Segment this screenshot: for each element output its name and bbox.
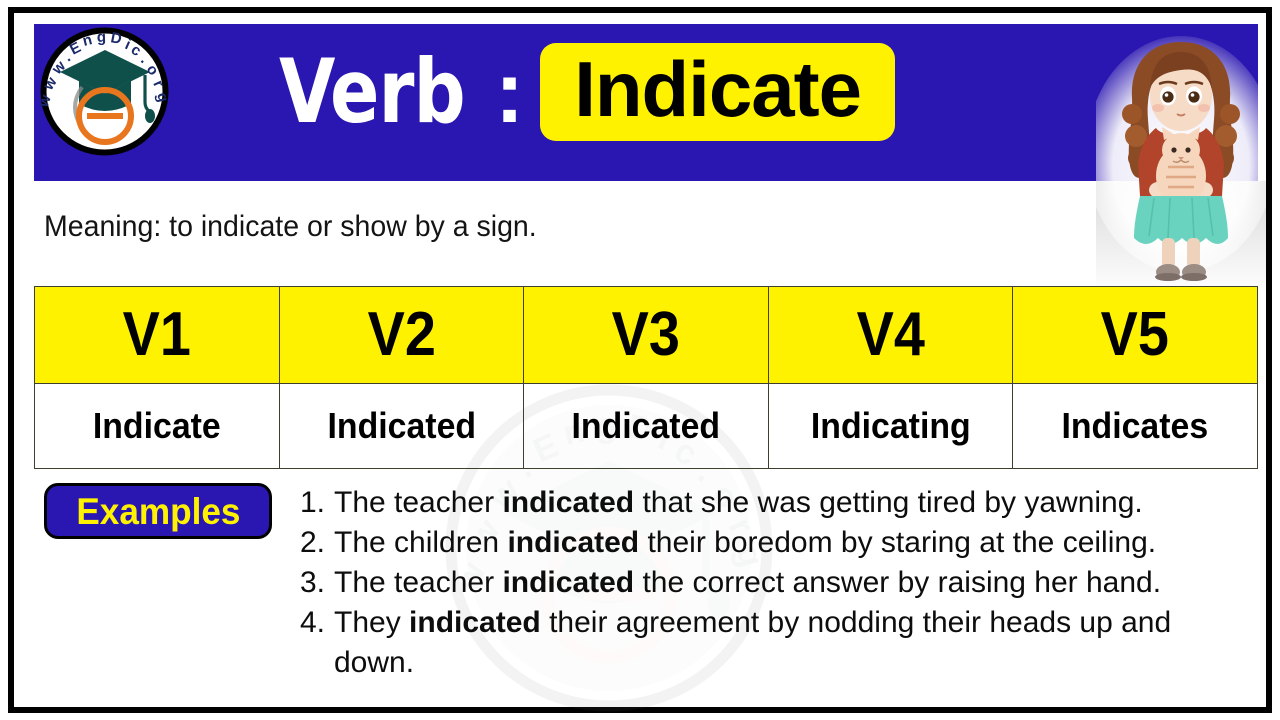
header-label-v1: V1 [122,300,191,369]
list-item: 2. The children indicated their boredom … [300,523,1260,563]
infographic-page: w w w . E n g D i c . o r g w w w . E n … [0,0,1280,720]
verb-form-cell-v4: Indicating [767,383,1014,469]
verb-form-cell-v5: Indicates [1012,383,1258,469]
table-header-cell-v5: V5 [1012,286,1258,384]
table-header-cell-v1: V1 [34,286,280,384]
table-row: Indicate Indicated Indicated Indicating … [34,383,1258,469]
svg-text:g: g [97,29,107,46]
example-number: 4. [300,605,326,639]
header-label-v3: V3 [611,300,681,369]
example-number: 2. [300,525,326,559]
header-label-v4: V4 [856,300,925,369]
list-item: 1. The teacher indicated that she was ge… [300,483,1260,523]
headword-chip: Indicate [540,43,895,141]
verb-form-v2: Indicated [327,405,476,446]
girl-holding-cat-illustration [1096,24,1266,294]
title-separator: : [494,42,525,141]
banner-title: Verb : Indicate [279,27,895,157]
table-header-cell-v3: V3 [523,286,769,384]
verb-form-v4: Indicating [810,405,971,446]
example-sentence: The teacher indicated the correct answer… [334,565,1162,599]
header-label-v2: V2 [367,300,436,369]
list-item: 3. The teacher indicated the correct ans… [300,563,1260,603]
example-number: 1. [300,486,326,519]
verb-forms-table: V1 V2 V3 V4 V5 Indicate Indicated Indica… [34,286,1258,469]
examples-badge-label: Examples [75,490,241,532]
headword: Indicate [574,45,862,134]
part-of-speech-label: Verb [279,40,466,143]
example-sentence: The children indicated their boredom by … [334,525,1157,559]
examples-list: 1. The teacher indicated that she was ge… [300,483,1260,682]
outer-frame: w w w . E n g D i c . o r g w w w . E n … [8,7,1272,713]
verb-form-v1: Indicate [92,405,221,446]
content-area: w w w . E n g D i c . o r g w w w . E n … [14,13,1266,712]
verb-form-v5: Indicates [1061,405,1209,446]
table-header-row: V1 V2 V3 V4 V5 [34,286,1258,384]
table-header-cell-v4: V4 [767,286,1014,384]
verb-form-cell-v3: Indicated [523,383,769,469]
verb-form-cell-v1: Indicate [34,383,280,469]
examples-badge: Examples [44,483,272,539]
verb-form-v3: Indicated [571,405,721,446]
header-label-v5: V5 [1101,300,1170,369]
example-sentence: They indicated their agreement by noddin… [334,605,1172,679]
example-sentence: The teacher indicated that she was getti… [334,486,1143,519]
engdic-logo: w w w . E n g D i c . o r g [34,25,172,158]
list-item: 4. They indicated their agreement by nod… [300,603,1260,683]
meaning-text: Meaning: to indicate or show by a sign. [44,210,537,243]
example-number: 3. [300,565,326,599]
verb-form-cell-v2: Indicated [278,383,525,469]
table-header-cell-v2: V2 [278,286,525,384]
